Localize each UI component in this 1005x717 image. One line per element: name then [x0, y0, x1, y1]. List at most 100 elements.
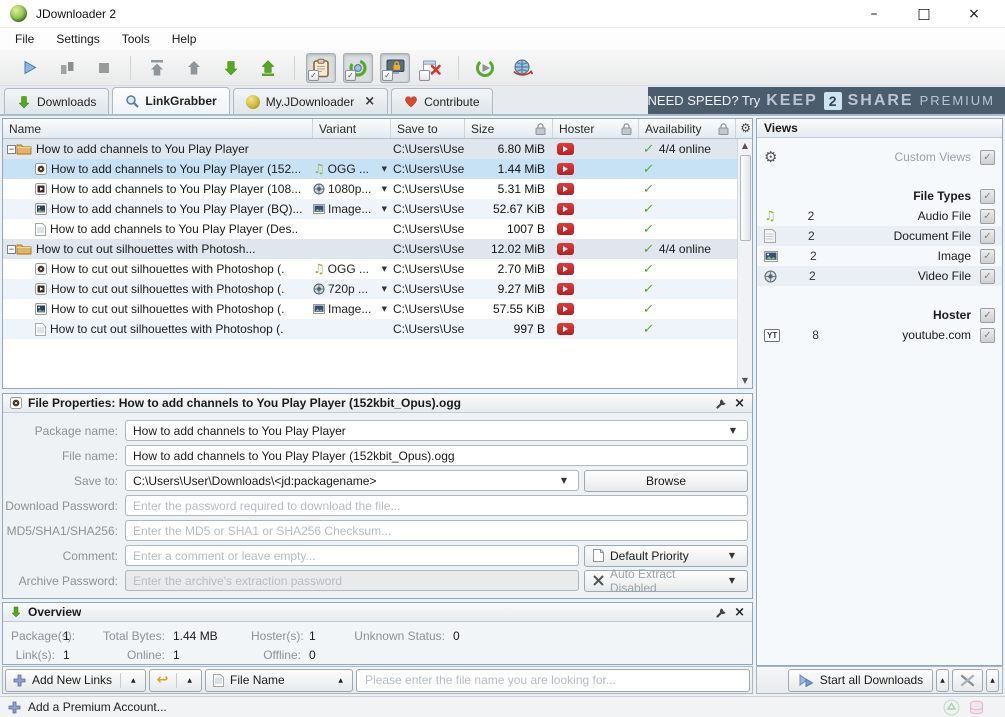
archive-password-input[interactable] [125, 570, 579, 591]
move-down-button[interactable] [216, 53, 246, 83]
menu-help[interactable]: Help [161, 29, 208, 49]
reconnect-button[interactable] [507, 53, 537, 83]
auto-linkgrabber-toggle[interactable]: ✓ [343, 53, 373, 83]
database-status-icon[interactable] [968, 699, 985, 716]
variant-selector[interactable]: Image...▼ [313, 299, 391, 319]
refresh-links-button[interactable] [470, 53, 500, 83]
variant-selector[interactable]: 720p ...▼ [313, 279, 391, 299]
move-to-bottom-button[interactable] [253, 53, 283, 83]
split-arrow-icon[interactable]: ▲ [129, 677, 138, 684]
package-row[interactable]: −How to cut out silhouettes with Photosh… [3, 239, 752, 259]
package-row[interactable]: −How to add channels to You Play PlayerC… [3, 139, 752, 159]
views-filter-image[interactable]: 2Image✓ [757, 246, 1002, 266]
save-to-combo[interactable]: C:\Users\User\Downloads\<jd:packagename>… [125, 470, 579, 491]
table-settings-gear-icon[interactable]: ⚙ [740, 121, 751, 135]
move-to-top-button[interactable] [142, 53, 172, 83]
tools-options-arrow[interactable]: ▲ [986, 669, 999, 692]
views-filter-youtube-com[interactable]: YT8youtube.com✓ [757, 325, 1002, 345]
link-row[interactable]: How to cut out silhouettes with Photosho… [3, 259, 752, 279]
toggle-checkbox[interactable]: ✓ [345, 70, 356, 81]
search-category-button[interactable]: File Name ▲ [205, 669, 353, 692]
scroll-up-icon[interactable]: ▲ [742, 139, 748, 153]
custom-views-checkbox[interactable]: ✓ [980, 150, 995, 165]
menu-settings[interactable]: Settings [45, 29, 110, 49]
start-downloads-button[interactable] [15, 53, 45, 83]
column-header-save-to[interactable]: Save to [391, 119, 465, 138]
document-file-checkbox[interactable]: ✓ [980, 229, 995, 244]
panel-close-icon[interactable]: × [734, 605, 745, 620]
image-checkbox[interactable]: ✓ [980, 249, 995, 264]
close-button[interactable]: × [963, 6, 985, 22]
custom-views-row[interactable]: ⚙Custom Views✓ [757, 147, 1002, 167]
undo-button[interactable]: ↩ ▲ [149, 669, 202, 692]
hoster-checkbox[interactable]: ✓ [980, 308, 995, 323]
toggle-checkbox[interactable]: ✓ [308, 70, 319, 81]
column-header-hoster[interactable]: Hoster [553, 119, 639, 138]
collapse-toggle-icon[interactable]: − [7, 245, 16, 254]
stop-downloads-button[interactable] [89, 53, 119, 83]
start-all-downloads-button[interactable]: Start all Downloads [788, 669, 933, 692]
tab-contribute[interactable]: Contribute [391, 88, 492, 114]
column-header-variant[interactable]: Variant [313, 119, 391, 138]
views-filter-document-file[interactable]: 2Document File✓ [757, 226, 1002, 246]
menu-file[interactable]: File [4, 29, 45, 49]
tab-downloads[interactable]: Downloads [4, 88, 109, 114]
scroll-down-icon[interactable]: ▼ [742, 374, 748, 388]
split-arrow-icon[interactable]: ▲ [185, 677, 194, 684]
panel-close-icon[interactable]: × [734, 396, 745, 411]
link-row[interactable]: How to add channels to You Play Player (… [3, 199, 752, 219]
auto-extract-dropdown[interactable]: Auto Extract Disabled ▼ [584, 570, 748, 592]
scrollbar-thumb[interactable] [740, 155, 751, 241]
add-premium-account-link[interactable]: Add a Premium Account... [28, 700, 167, 714]
toggle-checkbox[interactable]: ✓ [382, 70, 393, 81]
audio-file-checkbox[interactable]: ✓ [980, 209, 995, 224]
menu-tools[interactable]: Tools [111, 29, 161, 49]
link-row[interactable]: How to cut out silhouettes with Photosho… [3, 299, 752, 319]
link-row[interactable]: How to cut out silhouettes with Photosho… [3, 279, 752, 299]
browse-button[interactable]: Browse [584, 470, 748, 492]
settings-tools-button[interactable] [952, 669, 983, 692]
package-name-combo[interactable]: How to add channels to You Play Player▼ [125, 420, 748, 441]
link-row[interactable]: How to add channels to You Play Player (… [3, 159, 752, 179]
add-new-links-button[interactable]: Add New Links ▲ [5, 669, 146, 692]
comment-input[interactable] [125, 545, 579, 566]
variant-selector[interactable]: ♫OGG ...▼ [313, 259, 391, 279]
start-options-arrow[interactable]: ▲ [936, 669, 949, 692]
checksum-input[interactable] [125, 520, 748, 541]
variant-selector[interactable]: 1080p...▼ [313, 179, 391, 199]
variant-selector[interactable]: Image...▼ [313, 199, 391, 219]
move-up-button[interactable] [179, 53, 209, 83]
toggle-checkbox[interactable] [419, 70, 430, 81]
recycle-status-icon[interactable] [943, 699, 960, 716]
video-file-checkbox[interactable]: ✓ [980, 269, 995, 284]
column-header-name[interactable]: Name [3, 119, 313, 138]
table-vertical-scrollbar[interactable]: ▲ ▼ [737, 139, 752, 388]
maximize-button[interactable]: □ [913, 6, 935, 22]
tab-close-icon[interactable]: × [364, 94, 375, 109]
clipboard-observer-toggle[interactable]: ✓ [306, 53, 336, 83]
file-name-input[interactable] [125, 445, 748, 466]
youtube-com-checkbox[interactable]: ✓ [980, 328, 995, 343]
tab-linkgrabber[interactable]: LinkGrabber [112, 87, 229, 114]
premium-lock-toggle[interactable]: ✓ [380, 53, 410, 83]
column-header-size[interactable]: Size [465, 119, 553, 138]
minimize-button[interactable]: – [863, 6, 885, 22]
search-input[interactable] [356, 669, 750, 692]
views-filter-video-file[interactable]: 2Video File✓ [757, 266, 1002, 286]
split-arrow-icon[interactable]: ▲ [336, 677, 345, 684]
download-password-input[interactable] [125, 495, 748, 516]
premium-ad-banner[interactable]: NEED SPEED? Try KEEP 2 SHARE PREMIUM [648, 87, 1005, 114]
priority-dropdown[interactable]: Default Priority ▼ [584, 545, 748, 567]
panel-settings-wrench-icon[interactable] [716, 398, 727, 409]
views-filter-audio-file[interactable]: ♫2Audio File✓ [757, 206, 1002, 226]
tab-my-jdownloader[interactable]: My.JDownloader× [233, 88, 388, 114]
link-row[interactable]: How to cut out silhouettes with Photosho… [3, 319, 752, 339]
link-row[interactable]: How to add channels to You Play Player (… [3, 179, 752, 199]
panel-settings-wrench-icon[interactable] [716, 607, 727, 618]
collapse-toggle-icon[interactable]: − [7, 145, 16, 154]
close-window-toggle[interactable] [417, 53, 447, 83]
pause-downloads-button[interactable] [52, 53, 82, 83]
file-types-checkbox[interactable]: ✓ [980, 189, 995, 204]
column-header-availability[interactable]: Availability [639, 119, 736, 138]
link-row[interactable]: How to add channels to You Play Player (… [3, 219, 752, 239]
